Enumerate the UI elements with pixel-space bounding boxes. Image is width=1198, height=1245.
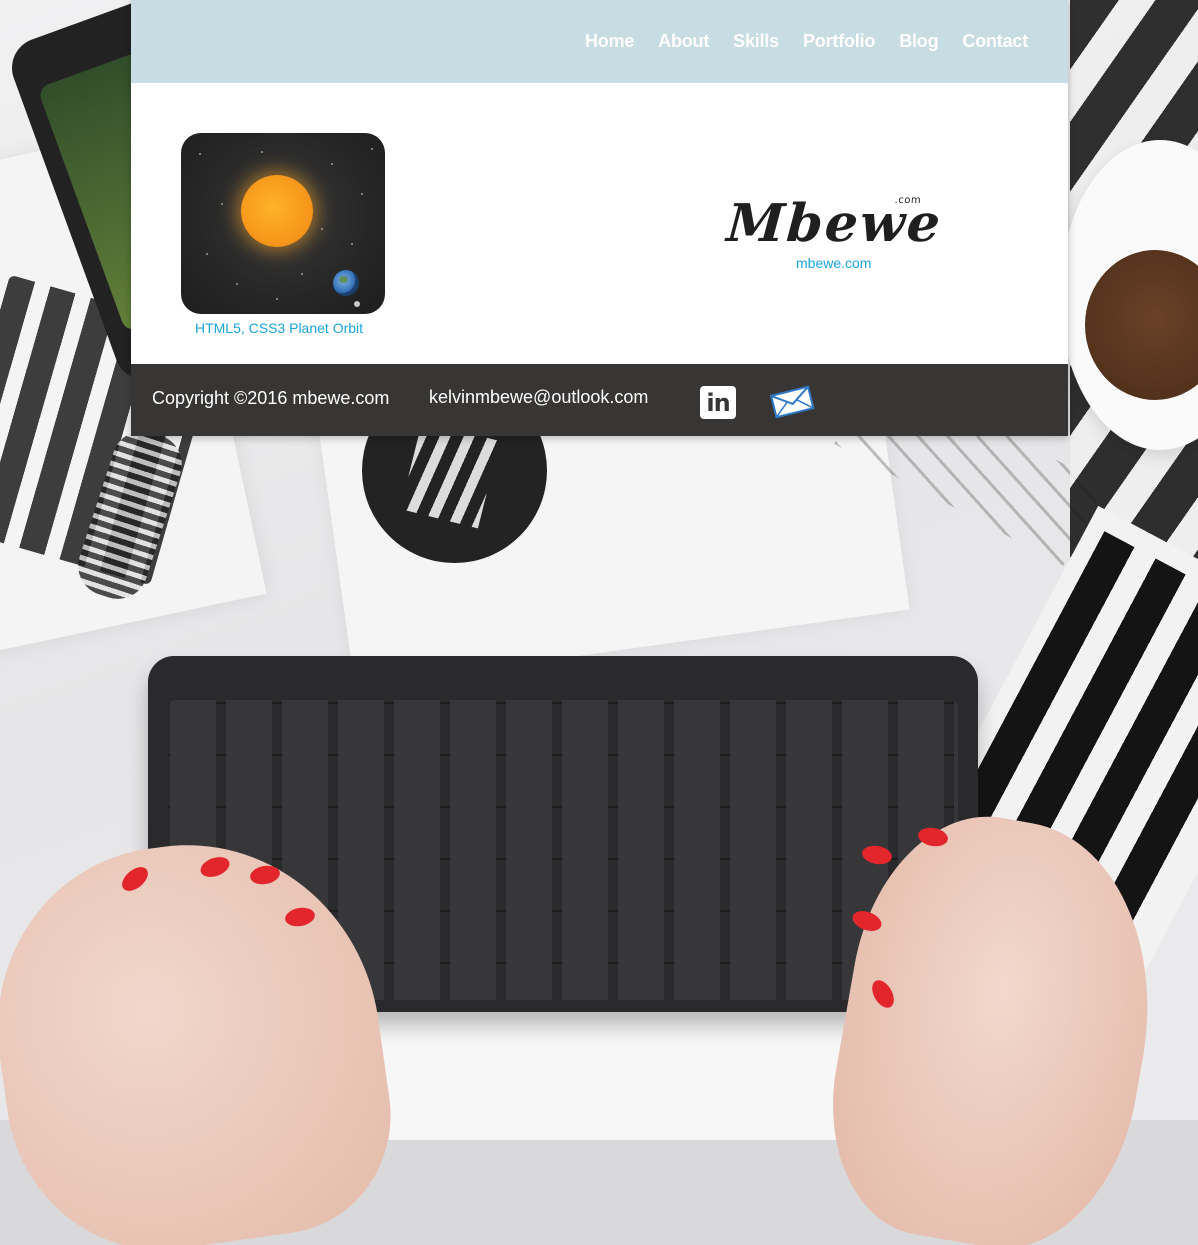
planet-orbit-thumbnail-link[interactable] xyxy=(181,133,385,314)
project-card: HTML5, CSS3 Planet Orbit xyxy=(181,133,385,336)
sun-graphic xyxy=(241,175,313,247)
main-content: HTML5, CSS3 Planet Orbit Mbewe .com mbew… xyxy=(131,83,1068,364)
nav-skills-link[interactable]: Skills xyxy=(733,31,779,51)
linkedin-icon[interactable]: in xyxy=(700,386,736,419)
earth-graphic xyxy=(333,270,359,296)
mail-icon[interactable] xyxy=(769,384,815,419)
planet-orbit-thumbnail xyxy=(181,133,385,314)
nav-menu: Home About Skills Portfolio Blog Contact xyxy=(585,31,1028,52)
email-text: kelvinmbewe@outlook.com xyxy=(429,387,649,407)
nav-blog-link[interactable]: Blog xyxy=(899,31,938,51)
brand-logo-suffix: .com xyxy=(894,195,922,206)
envelope-icon xyxy=(769,385,815,419)
project-caption-link[interactable]: HTML5, CSS3 Planet Orbit xyxy=(173,320,385,336)
nav-contact-link[interactable]: Contact xyxy=(962,31,1028,51)
nav-home-link[interactable]: Home xyxy=(585,31,634,51)
footer: Copyright ©2016 mbewe.com kelvinmbewe@ou… xyxy=(131,364,1068,436)
brand-logo: Mbewe .com xyxy=(719,193,953,255)
site-card: Home About Skills Portfolio Blog Contact xyxy=(131,0,1068,436)
nav-bar: Home About Skills Portfolio Blog Contact xyxy=(131,0,1068,83)
nav-portfolio-link[interactable]: Portfolio xyxy=(803,31,875,51)
brand-block: Mbewe .com mbewe.com xyxy=(721,193,951,271)
brand-site-link[interactable]: mbewe.com xyxy=(796,255,951,271)
nav-about-link[interactable]: About xyxy=(658,31,709,51)
copyright-text: Copyright ©2016 mbewe.com xyxy=(152,388,390,408)
moon-graphic xyxy=(354,301,360,307)
